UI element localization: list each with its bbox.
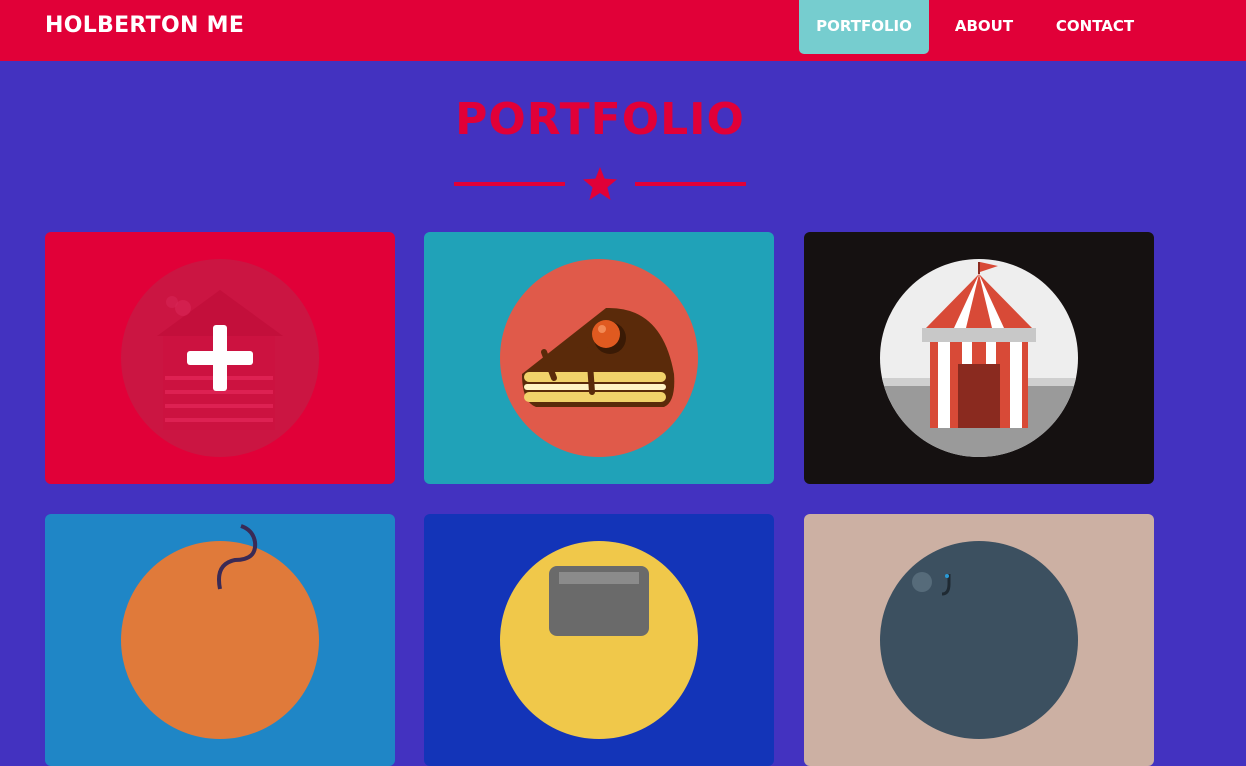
cake-icon [500,259,698,457]
portfolio-card-controller[interactable] [45,514,395,766]
circus-tent-icon [880,259,1078,457]
star-icon [583,167,617,200]
safe-icon [500,541,698,739]
divider-line-left [454,182,565,186]
nav-item-portfolio[interactable]: PORTFOLIO [799,0,929,54]
navbar: HOLBERTON ME PORTFOLIO ABOUT CONTACT [0,0,1246,61]
page-title: PORTFOLIO [455,94,745,145]
portfolio-card-cabin[interactable] [45,232,395,484]
portfolio-card-submarine[interactable] [804,514,1154,766]
game-controller-icon [121,524,319,739]
nav-item-about[interactable]: ABOUT [940,0,1028,54]
submarine-icon [880,541,1078,739]
portfolio-card-cake[interactable] [424,232,774,484]
plus-icon-vertical [213,325,227,391]
divider-line-right [635,182,746,186]
portfolio-card-circus[interactable] [804,232,1154,484]
portfolio-card-safe[interactable] [424,514,774,766]
brand-logo[interactable]: HOLBERTON ME [45,10,244,42]
nav-item-contact[interactable]: CONTACT [1040,0,1150,54]
